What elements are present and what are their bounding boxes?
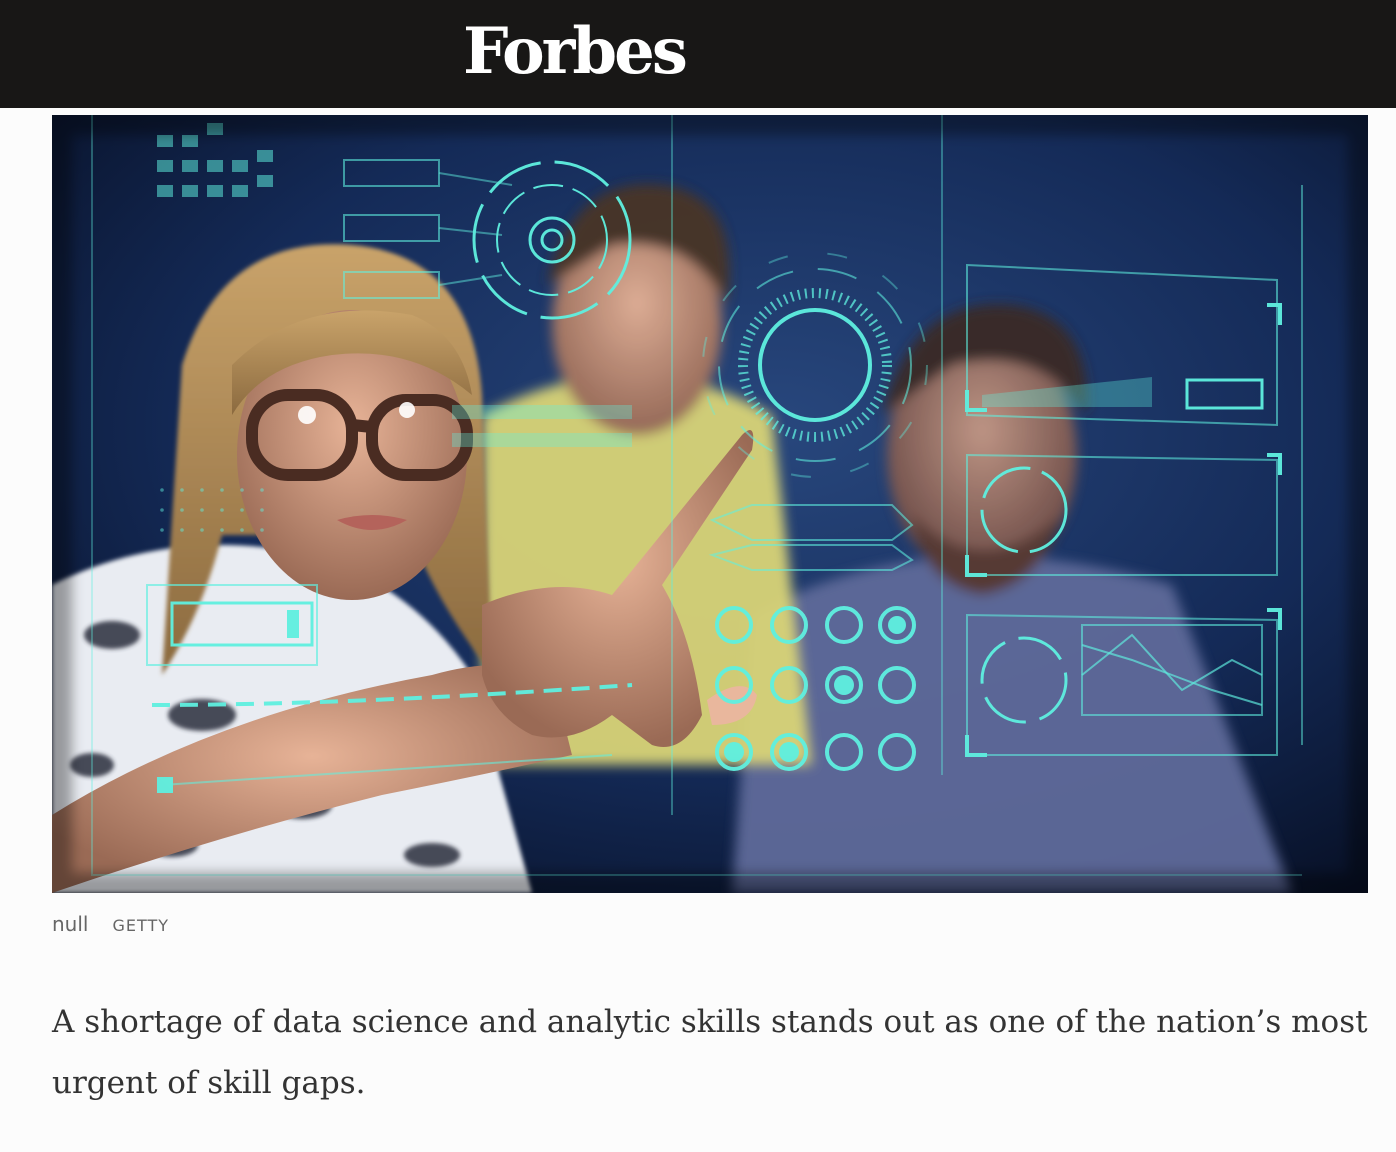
article-lede: A shortage of data science and analytic … bbox=[52, 1004, 1368, 1101]
forbes-logo[interactable]: Forbes bbox=[463, 12, 688, 92]
caption-text: null bbox=[52, 912, 89, 936]
photo-credit: GETTY bbox=[112, 916, 170, 935]
site-header: Forbes bbox=[0, 0, 1396, 108]
image-caption: null GETTY bbox=[52, 912, 169, 942]
holographic-interface-illustration bbox=[52, 115, 1368, 893]
hero-image bbox=[52, 115, 1368, 893]
edge-marker bbox=[0, 228, 4, 234]
